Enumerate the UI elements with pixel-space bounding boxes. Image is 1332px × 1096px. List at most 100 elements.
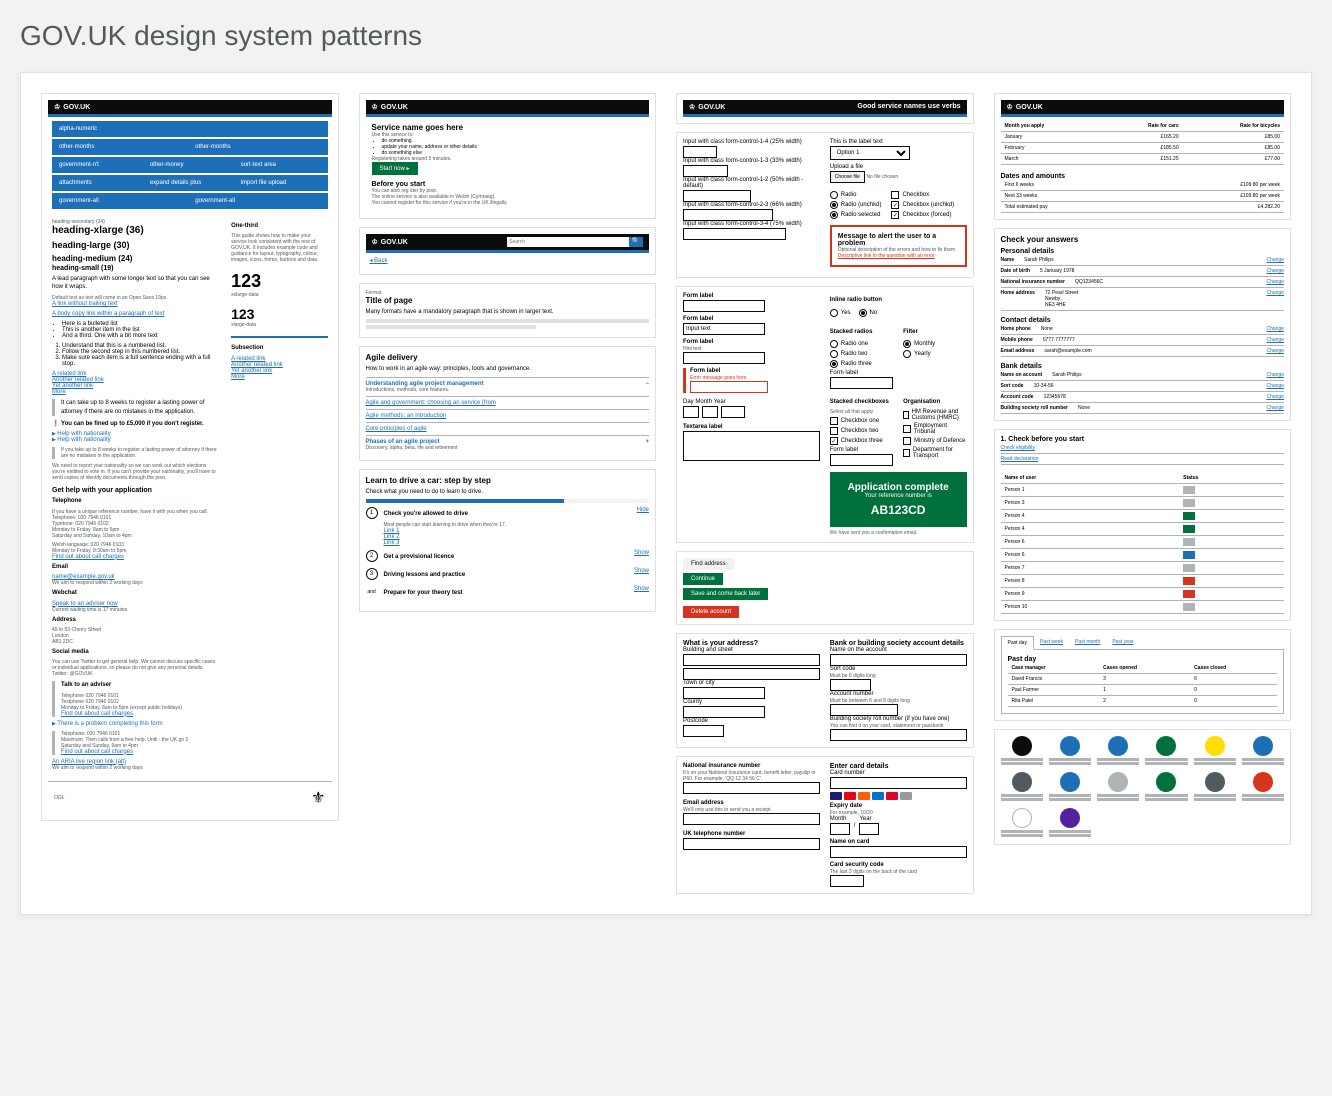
nav-item[interactable]: expand details plus xyxy=(146,178,234,188)
change-link[interactable]: Change xyxy=(1266,326,1284,332)
problem-details[interactable]: There is a problem completing this form xyxy=(52,721,221,727)
account-name-input[interactable] xyxy=(830,654,967,666)
accordion-item[interactable]: Understanding agile project management− … xyxy=(366,377,650,396)
back-link[interactable]: ◂ Back xyxy=(370,258,388,264)
show-link[interactable]: Show xyxy=(634,568,649,582)
text-input[interactable] xyxy=(683,300,765,312)
checkbox[interactable] xyxy=(830,417,838,425)
select-dropdown[interactable]: Option 1 xyxy=(830,146,910,160)
accordion-item[interactable]: Phases of an agile project+ Discovery, a… xyxy=(366,435,650,454)
tab-past-week[interactable]: Past week xyxy=(1034,636,1069,649)
radio-yes[interactable] xyxy=(830,309,838,317)
width-input-66[interactable] xyxy=(683,209,773,221)
filter-radio[interactable] xyxy=(903,340,911,348)
nav-item[interactable]: government-all xyxy=(55,196,188,206)
change-link[interactable]: Change xyxy=(1266,405,1284,411)
account-number-input[interactable] xyxy=(830,704,898,716)
year-input[interactable] xyxy=(721,406,745,418)
radio[interactable] xyxy=(830,201,838,209)
width-input-50[interactable] xyxy=(683,190,751,202)
change-link[interactable]: Change xyxy=(1266,268,1284,274)
save-later-button[interactable]: Save and come back later xyxy=(683,588,768,600)
charges-link[interactable]: Find out about call charges xyxy=(61,749,133,755)
error-link[interactable]: Descriptive link to the question with an… xyxy=(838,253,935,259)
change-link[interactable]: Change xyxy=(1266,348,1284,354)
task-link[interactable]: Read declaration xyxy=(1001,456,1039,462)
radio-no[interactable] xyxy=(859,309,867,317)
card-number-input[interactable] xyxy=(830,777,967,789)
nav-item[interactable]: government-n't xyxy=(55,160,143,170)
csc-input[interactable] xyxy=(830,875,864,887)
tel-input[interactable] xyxy=(683,838,820,850)
search-button[interactable]: 🔍 xyxy=(629,237,643,247)
textarea[interactable] xyxy=(683,431,820,461)
width-input-25[interactable] xyxy=(683,146,717,158)
town-input[interactable] xyxy=(683,687,765,699)
radio[interactable] xyxy=(830,340,838,348)
org-checkbox[interactable] xyxy=(903,437,911,445)
change-link[interactable]: Change xyxy=(1266,383,1284,389)
change-link[interactable]: Change xyxy=(1266,279,1284,285)
details-toggle[interactable]: Help with nationality xyxy=(52,437,221,443)
accordion-link[interactable]: Core principles of agile xyxy=(366,426,427,432)
email-input[interactable] xyxy=(683,813,820,825)
show-link[interactable]: Show xyxy=(634,550,649,564)
filter-radio[interactable] xyxy=(903,350,911,358)
radio[interactable] xyxy=(830,211,838,219)
checkbox[interactable] xyxy=(830,427,838,435)
county-input[interactable] xyxy=(683,706,765,718)
call-charges-link[interactable]: Find out about call charges xyxy=(52,554,124,560)
solo-link[interactable]: A link without trailing text xyxy=(52,301,118,307)
hide-link[interactable]: Hide xyxy=(637,507,649,521)
change-link[interactable]: Change xyxy=(1266,290,1284,308)
postcode-input[interactable] xyxy=(683,725,724,737)
aria-link[interactable]: An ARIA live region link (alt) xyxy=(52,759,126,765)
tab-past-month[interactable]: Past month xyxy=(1069,636,1106,649)
nav-item[interactable]: attachments xyxy=(55,178,143,188)
continue-button[interactable]: Continue xyxy=(683,573,723,585)
org-checkbox[interactable] xyxy=(903,449,910,457)
delete-button[interactable]: Delete account xyxy=(683,606,739,618)
checkbox[interactable] xyxy=(830,437,838,445)
radio[interactable] xyxy=(830,350,838,358)
show-link[interactable]: Show xyxy=(634,586,649,600)
search-input[interactable] xyxy=(507,237,629,247)
nav-item[interactable]: import file upload xyxy=(237,178,325,188)
webchat-link[interactable]: Speak to an adviser now xyxy=(52,601,118,607)
exp-month-input[interactable] xyxy=(830,823,850,835)
nav-item[interactable]: government-all xyxy=(191,196,324,206)
text-input-error[interactable] xyxy=(690,381,768,393)
change-link[interactable]: Change xyxy=(1266,337,1284,343)
name-on-card-input[interactable] xyxy=(830,846,967,858)
find-address-button[interactable]: Find address xyxy=(683,558,734,570)
building-input[interactable] xyxy=(683,654,820,666)
file-upload-button[interactable]: Choose file xyxy=(830,171,865,183)
nav-item[interactable]: other-money xyxy=(146,160,234,170)
change-link[interactable]: Change xyxy=(1266,372,1284,378)
checkbox[interactable] xyxy=(891,201,899,209)
width-input-33[interactable] xyxy=(683,165,728,177)
checkbox[interactable] xyxy=(891,211,899,219)
org-checkbox[interactable] xyxy=(903,411,908,419)
ni-input[interactable] xyxy=(683,782,820,794)
roll-number-input[interactable] xyxy=(830,729,967,741)
tab-past-year[interactable]: Past year xyxy=(1106,636,1139,649)
nav-item[interactable]: other-months xyxy=(55,142,188,152)
nav-item[interactable]: alpha-numeric xyxy=(55,124,325,134)
start-button[interactable]: Start now ▸ xyxy=(372,162,418,175)
radio[interactable] xyxy=(830,191,838,199)
inline-link[interactable]: A body copy link within a paragraph of t… xyxy=(52,311,164,317)
conditional-input[interactable] xyxy=(830,377,893,389)
nav-item[interactable]: other-months xyxy=(191,142,324,152)
day-input[interactable] xyxy=(683,406,699,418)
accordion-link[interactable]: Agile methods: an introduction xyxy=(366,413,447,419)
exp-year-input[interactable] xyxy=(859,823,879,835)
change-link[interactable]: Change xyxy=(1266,394,1284,400)
related-link[interactable]: More xyxy=(52,389,66,395)
change-link[interactable]: Change xyxy=(1266,257,1284,263)
step-link[interactable]: Link 3 xyxy=(384,540,400,546)
checkbox[interactable] xyxy=(891,191,899,199)
radio[interactable] xyxy=(830,360,838,368)
nav-item[interactable]: sort-text area xyxy=(237,160,325,170)
street-input[interactable] xyxy=(683,668,820,680)
